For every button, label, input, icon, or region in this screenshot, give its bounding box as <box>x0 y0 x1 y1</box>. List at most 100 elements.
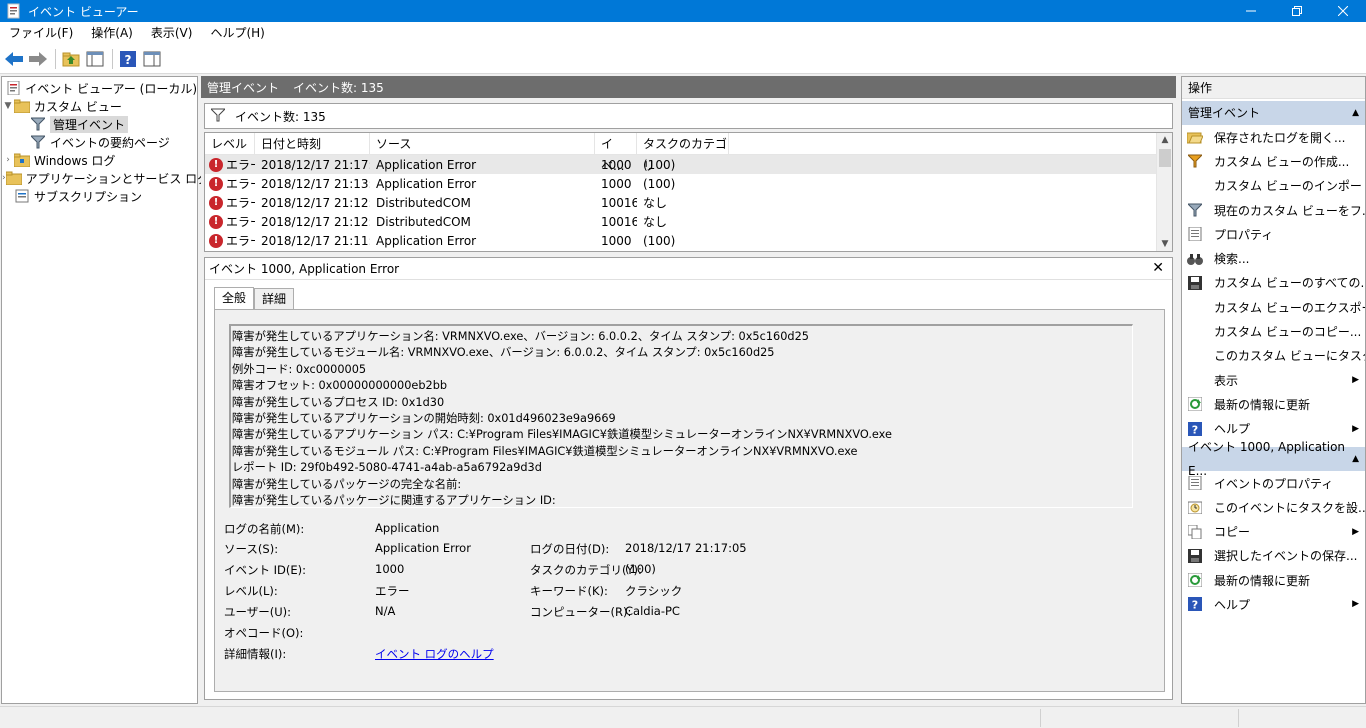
action-filter-current-view[interactable]: 現在のカスタム ビューをフ... <box>1182 198 1365 222</box>
column-event-id[interactable]: イベ... <box>595 133 637 173</box>
menu-view[interactable]: 表示(V) <box>142 22 202 44</box>
collapse-icon[interactable]: ▲ <box>1352 101 1359 125</box>
submenu-arrow-icon: ▶ <box>1352 526 1359 537</box>
tab-general[interactable]: 全般 <box>214 287 255 309</box>
action-save-all-custom-view[interactable]: カスタム ビューのすべての... <box>1182 271 1365 295</box>
help-icon: ? <box>1187 596 1203 612</box>
action-view-submenu[interactable]: 表示 ▶ <box>1182 368 1365 392</box>
submenu-arrow-icon: ▶ <box>1352 599 1359 610</box>
source-label: ソース(S): <box>224 542 279 556</box>
action-attach-task-event[interactable]: このイベントにタスクを設... <box>1182 495 1365 519</box>
show-hide-tree-button[interactable] <box>84 48 106 70</box>
folder-icon <box>14 152 30 168</box>
restore-button[interactable] <box>1274 0 1320 22</box>
keyword-label: キーワード(K): <box>530 584 608 598</box>
action-find[interactable]: 検索... <box>1182 246 1365 270</box>
log-name-value: Application <box>375 521 440 535</box>
filter-count: イベント数: 135 <box>235 109 326 124</box>
computer-value: Caldia-PC <box>625 604 680 618</box>
log-date-value: 2018/12/17 21:17:05 <box>625 541 747 555</box>
expand-icon[interactable]: ▼ <box>2 101 14 111</box>
action-properties[interactable]: プロパティ <box>1182 222 1365 246</box>
computer-label: コンピューター(R): <box>530 605 632 619</box>
svg-text:?: ? <box>1192 423 1198 436</box>
filter-icon <box>30 116 46 132</box>
collapse-icon[interactable]: › <box>2 155 14 165</box>
table-row[interactable]: !エラー 2018/12/17 21:12:12 DistributedCOM … <box>205 193 1172 212</box>
task-category-value: (100) <box>625 562 656 576</box>
submenu-arrow-icon: ▶ <box>1352 423 1359 434</box>
grid-scrollbar[interactable]: ▲ ▼ <box>1156 133 1172 251</box>
table-row[interactable]: !エラー 2018/12/17 21:13:41 Application Err… <box>205 174 1172 193</box>
actions-section-admin-events[interactable]: 管理イベント ▲ <box>1182 101 1365 125</box>
action-create-custom-view[interactable]: カスタム ビューの作成... <box>1182 149 1365 173</box>
tree-item-subscriptions[interactable]: サブスクリプション <box>2 187 197 205</box>
tree-item-custom-views[interactable]: ▼ カスタム ビュー <box>2 97 197 115</box>
tree-item-root[interactable]: イベント ビューアー (ローカル) <box>2 79 197 97</box>
minimize-button[interactable] <box>1228 0 1274 22</box>
actions-pane: 操作 管理イベント ▲ 保存されたログを開く... カスタム ビューの作成...… <box>1181 76 1366 704</box>
column-task-category[interactable]: タスクのカテゴリ <box>637 133 729 173</box>
title-bar: イベント ビューアー <box>0 0 1366 22</box>
subscription-icon <box>14 188 30 204</box>
navigation-tree: イベント ビューアー (ローカル) ▼ カスタム ビュー 管理イベント イベント… <box>1 76 209 704</box>
center-header-title: 管理イベント <box>207 80 280 95</box>
detail-header: イベント 1000, Application Error ✕ <box>205 258 1172 280</box>
action-copy-submenu[interactable]: コピー ▶ <box>1182 519 1365 543</box>
scroll-down-icon[interactable]: ▼ <box>1157 237 1172 251</box>
svg-text:?: ? <box>125 53 132 67</box>
tree-item-summary-page[interactable]: イベントの要約ページ <box>2 133 197 151</box>
error-icon: ! <box>209 195 223 210</box>
back-button[interactable] <box>3 48 25 70</box>
collapse-icon[interactable]: ▲ <box>1352 447 1359 471</box>
event-log-help-link[interactable]: イベント ログのヘルプ <box>375 646 494 662</box>
table-row[interactable]: !エラー 2018/12/17 21:11:44 Application Err… <box>205 231 1172 250</box>
toolbar-separator <box>55 48 56 69</box>
event-description[interactable]: 障害が発生しているアプリケーション名: VRMNXVO.exe、バージョン: 6… <box>229 324 1133 508</box>
action-copy-custom-view[interactable]: カスタム ビューのコピー... <box>1182 319 1365 343</box>
properties-icon <box>1187 475 1203 491</box>
action-save-selected-events[interactable]: 選択したイベントの保存... <box>1182 544 1365 568</box>
scroll-up-icon[interactable]: ▲ <box>1157 133 1172 147</box>
tab-details[interactable]: 詳細 <box>254 288 295 309</box>
user-value: N/A <box>375 604 396 618</box>
toolbar-separator <box>112 48 113 69</box>
action-attach-task-custom-view[interactable]: このカスタム ビューにタスク... <box>1182 344 1365 368</box>
action-refresh-event[interactable]: 最新の情報に更新 <box>1182 568 1365 592</box>
action-help-event-submenu[interactable]: ? ヘルプ ▶ <box>1182 592 1365 616</box>
column-source[interactable]: ソース <box>370 133 595 155</box>
menu-file[interactable]: ファイル(F) <box>0 22 82 44</box>
tree-item-windows-logs[interactable]: › Windows ログ <box>2 151 197 169</box>
error-icon: ! <box>209 157 223 172</box>
tree-item-app-service-logs[interactable]: › アプリケーションとサービス ログ <box>2 169 209 187</box>
column-level[interactable]: レベル <box>205 133 255 155</box>
menu-action[interactable]: 操作(A) <box>82 22 142 44</box>
detail-tabs: 全般 詳細 <box>214 287 295 309</box>
action-import-custom-view[interactable]: カスタム ビューのインポート... <box>1182 174 1365 198</box>
binoculars-icon <box>1187 251 1203 267</box>
actions-section-event[interactable]: イベント 1000, Application E... ▲ <box>1182 440 1365 478</box>
event-viewer-app-icon <box>6 3 22 19</box>
menu-help[interactable]: ヘルプ(H) <box>201 22 273 44</box>
error-icon: ! <box>209 176 223 191</box>
help-button[interactable]: ? <box>117 48 139 70</box>
scroll-thumb[interactable] <box>1159 149 1171 167</box>
tree-item-admin-events[interactable]: 管理イベント <box>2 115 197 133</box>
close-window-button[interactable] <box>1320 0 1366 22</box>
task-scheduler-icon <box>1187 499 1203 515</box>
action-open-saved-log[interactable]: 保存されたログを開く... <box>1182 125 1365 149</box>
table-row[interactable]: !エラー 2018/12/17 21:17:05 Application Err… <box>205 155 1172 174</box>
save-icon <box>1187 548 1203 564</box>
column-datetime[interactable]: 日付と時刻 <box>255 133 370 155</box>
show-hide-action-pane-button[interactable] <box>141 48 163 70</box>
opcode-label: オペコード(O): <box>224 626 304 640</box>
keyword-value: クラシック <box>625 584 683 598</box>
action-refresh[interactable]: 最新の情報に更新 <box>1182 392 1365 416</box>
table-row[interactable]: !エラー 2018/12/17 21:12:12 DistributedCOM … <box>205 212 1172 231</box>
forward-button[interactable] <box>27 48 49 70</box>
menu-bar: ファイル(F) 操作(A) 表示(V) ヘルプ(H) <box>0 22 1366 44</box>
action-event-properties[interactable]: イベントのプロパティ <box>1182 471 1365 495</box>
up-folder-button[interactable] <box>60 48 82 70</box>
close-icon[interactable]: ✕ <box>1152 260 1164 276</box>
action-export-custom-view[interactable]: カスタム ビューのエクスポー... <box>1182 295 1365 319</box>
